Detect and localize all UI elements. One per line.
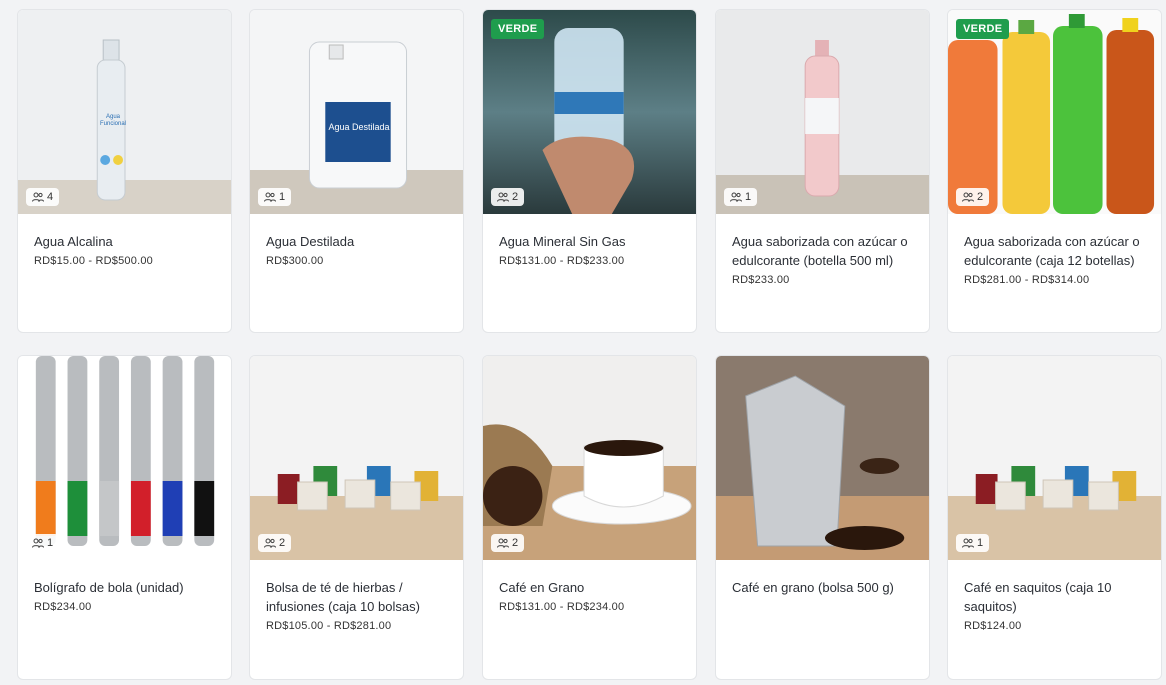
eco-badge: VERDE — [956, 19, 1010, 39]
product-name[interactable]: Café en Grano — [499, 578, 680, 597]
product-image: 1 — [716, 10, 929, 214]
product-card[interactable]: Agua Destilada 1 Agua Destilada RD$300.0… — [249, 9, 464, 333]
product-name[interactable]: Bolígrafo de bola (unidad) — [34, 578, 215, 597]
variant-count-value: 4 — [47, 191, 54, 203]
users-icon — [32, 192, 44, 202]
product-card[interactable]: VERDE 2 Agua Mineral Sin Gas RD$131.00 -… — [482, 9, 697, 333]
product-price: RD$15.00 - RD$500.00 — [34, 255, 153, 267]
product-image: 1 — [948, 356, 1161, 560]
product-image: Agua Funcional 4 — [18, 10, 231, 214]
variant-count: 2 — [491, 534, 525, 552]
product-image: 2 — [250, 356, 463, 560]
variant-count: 1 — [956, 534, 990, 552]
product-name[interactable]: Agua Alcalina — [34, 232, 215, 251]
product-card[interactable]: VERDE 2 Agua saborizada con azúcar o edu… — [947, 9, 1162, 333]
eco-badge: VERDE — [491, 19, 545, 39]
product-card[interactable]: 1 Café en saquitos (caja 10 saquitos) RD… — [947, 355, 1162, 680]
product-name[interactable]: Bolsa de té de hierbas / infusiones (caj… — [266, 578, 447, 616]
product-image: 1 — [18, 356, 231, 560]
variant-count: 4 — [26, 188, 60, 206]
product-price: RD$124.00 — [964, 620, 1022, 632]
product-name[interactable]: Café en saquitos (caja 10 saquitos) — [964, 578, 1145, 616]
bottle-label: Agua Funcional — [99, 114, 126, 127]
product-image: 2 — [483, 356, 696, 560]
product-card[interactable]: Agua Funcional 4 Agua Alcalina RD$15.00 … — [17, 9, 232, 333]
product-price: RD$300.00 — [266, 255, 324, 267]
variant-count-value: 2 — [512, 191, 519, 203]
users-icon — [962, 538, 974, 548]
users-icon — [32, 538, 44, 548]
product-price: RD$105.00 - RD$281.00 — [266, 620, 392, 632]
product-card[interactable]: 1 Bolígrafo de bola (unidad) RD$234.00 — [17, 355, 232, 680]
product-image: VERDE 2 — [483, 10, 696, 214]
users-icon — [497, 538, 509, 548]
variant-count: 1 — [724, 188, 758, 206]
product-image: Agua Destilada 1 — [250, 10, 463, 214]
product-name[interactable]: Agua Destilada — [266, 232, 447, 251]
variant-count-value: 2 — [977, 191, 984, 203]
users-icon — [730, 192, 742, 202]
product-grid: Agua Funcional 4 Agua Alcalina RD$15.00 … — [0, 0, 1166, 685]
product-image: VERDE 2 — [948, 10, 1161, 214]
variant-count: 2 — [491, 188, 525, 206]
variant-count-value: 1 — [47, 537, 54, 549]
product-price: RD$233.00 — [732, 274, 790, 286]
variant-count-value: 1 — [745, 191, 752, 203]
variant-count: 1 — [26, 534, 60, 552]
users-icon — [264, 192, 276, 202]
users-icon — [264, 538, 276, 548]
users-icon — [497, 192, 509, 202]
product-name[interactable]: Café en grano (bolsa 500 g) — [732, 578, 913, 597]
product-name[interactable]: Agua saborizada con azúcar o edulcorante… — [732, 232, 913, 270]
product-image — [716, 356, 929, 560]
product-price: RD$131.00 - RD$234.00 — [499, 601, 625, 613]
users-icon — [962, 192, 974, 202]
product-name[interactable]: Agua saborizada con azúcar o edulcorante… — [964, 232, 1145, 270]
product-price: RD$234.00 — [34, 601, 92, 613]
product-card[interactable]: 1 Agua saborizada con azúcar o edulcoran… — [715, 9, 930, 333]
jug-label: Agua Destilada — [328, 122, 390, 132]
variant-count: 2 — [258, 534, 292, 552]
product-price: RD$131.00 - RD$233.00 — [499, 255, 625, 267]
variant-count: 1 — [258, 188, 292, 206]
variant-count: 2 — [956, 188, 990, 206]
product-price: RD$281.00 - RD$314.00 — [964, 274, 1090, 286]
variant-count-value: 1 — [279, 191, 286, 203]
product-card[interactable]: Café en grano (bolsa 500 g) — [715, 355, 930, 680]
product-card[interactable]: 2 Bolsa de té de hierbas / infusiones (c… — [249, 355, 464, 680]
product-name[interactable]: Agua Mineral Sin Gas — [499, 232, 680, 251]
variant-count-value: 1 — [977, 537, 984, 549]
product-card[interactable]: 2 Café en Grano RD$131.00 - RD$234.00 — [482, 355, 697, 680]
variant-count-value: 2 — [279, 537, 286, 549]
variant-count-value: 2 — [512, 537, 519, 549]
